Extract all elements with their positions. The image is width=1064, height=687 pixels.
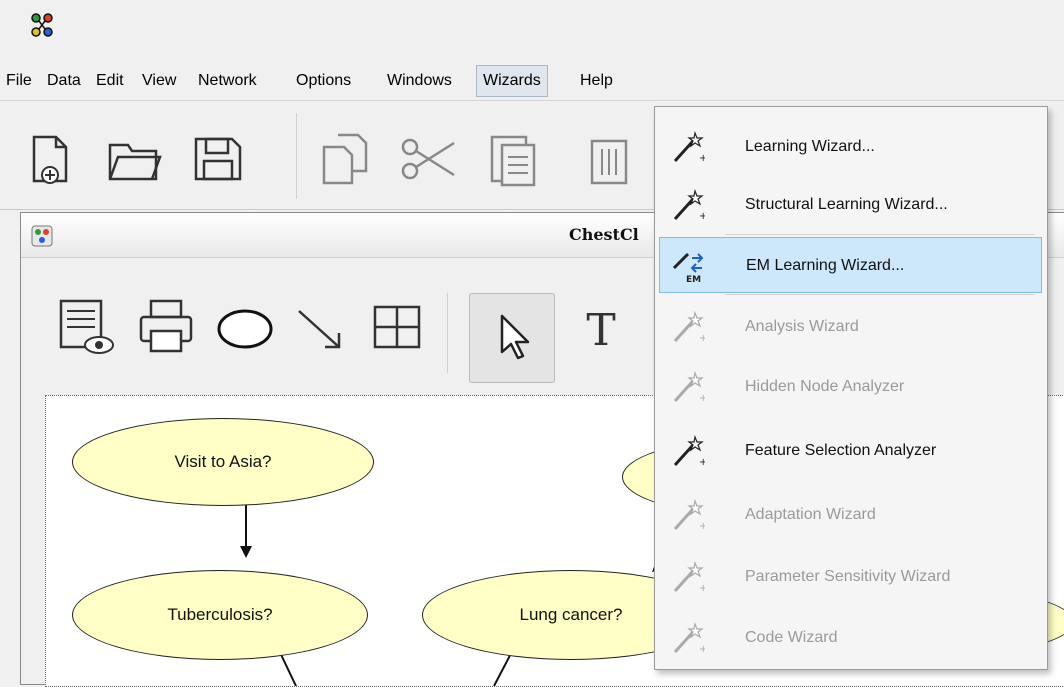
menu-item-label: Learning Wizard... (745, 138, 875, 155)
svg-text:+: + (699, 644, 705, 655)
view-notes-icon[interactable] (55, 295, 119, 359)
menu-item-adaptation-wizard[interactable]: + Adaptation Wizard (659, 487, 1042, 543)
app-logo-icon (31, 13, 53, 37)
menu-item-hidden-node-analyzer[interactable]: + Hidden Node Analyzer (659, 359, 1042, 415)
menu-item-code-wizard[interactable]: + Code Wizard (659, 610, 1042, 666)
toolbar-separator (296, 113, 297, 199)
menu-separator (725, 294, 1035, 295)
menu-item-label: Analysis Wizard (745, 318, 859, 335)
svg-text:+: + (699, 457, 705, 468)
menu-item-label: Structural Learning Wizard... (745, 196, 948, 213)
network-doc-icon (31, 225, 53, 247)
wand-icon: + (673, 370, 705, 404)
wizards-dropdown-menu: + Learning Wizard... + Structural Learni… (654, 106, 1048, 670)
menu-options[interactable]: Options (290, 66, 357, 96)
node-visit-to-asia[interactable]: Visit to Asia? (72, 418, 374, 506)
menu-item-parameter-sensitivity-wizard[interactable]: + Parameter Sensitivity Wizard (659, 549, 1042, 605)
cut-icon[interactable] (396, 125, 462, 191)
node-label: Visit to Asia? (174, 452, 272, 471)
node-label: Tuberculosis? (167, 605, 273, 624)
open-folder-icon[interactable] (100, 125, 166, 191)
wand-icon: + (673, 498, 705, 532)
menu-view[interactable]: View (136, 66, 182, 96)
svg-text:+: + (699, 521, 705, 532)
svg-text:+: + (699, 211, 705, 222)
document-title: ChestCl (569, 225, 639, 244)
menu-bar: File Data Edit View Network Options Wind… (0, 58, 1064, 98)
arc-tool-icon[interactable] (289, 295, 353, 359)
menu-item-label: Hidden Node Analyzer (745, 378, 905, 395)
wand-icon: + (673, 560, 705, 594)
copy-icon[interactable] (312, 125, 378, 191)
menu-wizards[interactable]: Wizards (476, 65, 548, 97)
menu-item-analysis-wizard[interactable]: + Analysis Wizard (659, 299, 1042, 355)
print-icon[interactable] (135, 295, 199, 359)
wand-icon: + (673, 188, 705, 222)
menu-item-learning-wizard[interactable]: + Learning Wizard... (659, 119, 1042, 175)
menu-file[interactable]: File (0, 66, 38, 96)
menu-windows[interactable]: Windows (381, 66, 458, 96)
menu-network[interactable]: Network (192, 66, 263, 96)
text-tool-icon[interactable]: T (569, 295, 633, 359)
svg-text:+: + (699, 153, 705, 164)
svg-text:EM: EM (686, 275, 701, 284)
node-tuberculosis[interactable]: Tuberculosis? (72, 570, 368, 660)
svg-text:T: T (586, 305, 615, 356)
menu-item-label: Parameter Sensitivity Wizard (745, 568, 951, 585)
menu-data[interactable]: Data (41, 66, 87, 96)
menu-help[interactable]: Help (574, 66, 619, 96)
menu-edit[interactable]: Edit (90, 66, 130, 96)
menu-item-label: Adaptation Wizard (745, 506, 876, 523)
svg-text:+: + (699, 393, 705, 404)
svg-text:+: + (699, 583, 705, 594)
menu-item-structural-learning-wizard[interactable]: + Structural Learning Wizard... (659, 177, 1042, 233)
svg-text:+: + (699, 333, 705, 344)
menu-item-label: Feature Selection Analyzer (745, 442, 937, 459)
menu-item-label: Code Wizard (745, 629, 838, 646)
table-tool-icon[interactable] (365, 295, 429, 359)
delete-icon[interactable] (576, 125, 642, 191)
wand-icon: + (673, 310, 705, 344)
select-tool-button[interactable] (469, 293, 555, 383)
wand-icon: + (673, 434, 705, 468)
toolbar-separator (447, 293, 448, 373)
menu-separator (725, 234, 1035, 235)
wand-icon: + (673, 621, 705, 655)
menu-item-label: EM Learning Wizard... (746, 257, 905, 274)
pointer-arrow-icon (500, 314, 530, 360)
oval-node-tool-icon[interactable] (213, 295, 277, 359)
new-file-icon[interactable] (16, 125, 82, 191)
menu-item-em-learning-wizard[interactable]: EM EM Learning Wizard... (659, 237, 1042, 293)
menu-item-feature-selection-analyzer[interactable]: + Feature Selection Analyzer (659, 423, 1042, 479)
em-wand-icon: EM (672, 252, 704, 284)
paste-icon[interactable] (480, 125, 546, 191)
wand-icon: + (673, 130, 705, 164)
save-icon[interactable] (184, 125, 250, 191)
